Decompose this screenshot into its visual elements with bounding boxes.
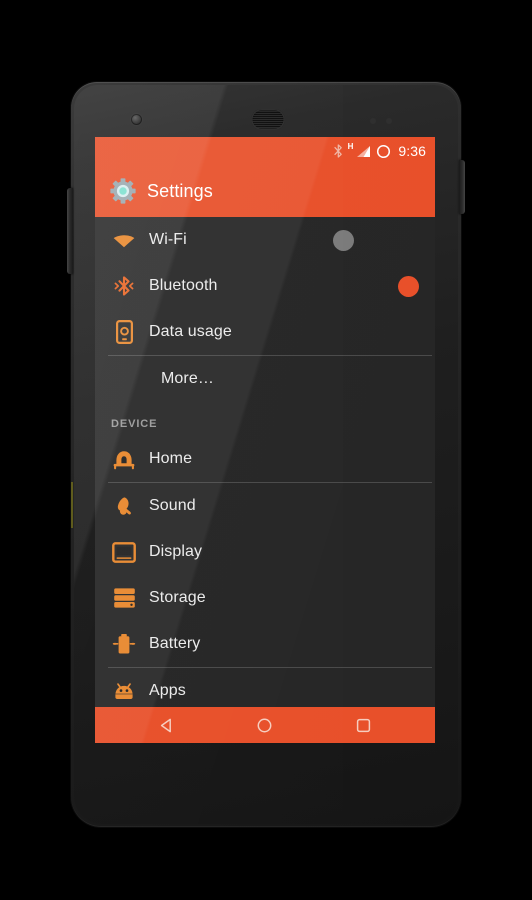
list-item-label: Apps (149, 682, 186, 699)
sound-icon (111, 495, 137, 517)
display-icon (111, 541, 137, 563)
wifi-toggle[interactable] (333, 229, 419, 251)
storage-icon (111, 587, 137, 609)
home-circle-icon[interactable] (242, 707, 288, 743)
section-header-device: DEVICE (95, 402, 435, 436)
section-header-label: DEVICE (111, 418, 158, 430)
list-item-sound[interactable]: Sound (95, 483, 435, 529)
navigation-bar (95, 707, 435, 743)
light-sensor-icon (386, 118, 392, 124)
device-stage: H 9:36 Settings Wi-Fi Bluetooth Data usa… (0, 0, 532, 900)
volume-rocker-key[interactable] (67, 188, 73, 274)
list-item-label: Bluetooth (149, 277, 218, 294)
back-triangle-icon[interactable] (143, 707, 189, 743)
home-icon (111, 448, 137, 470)
bluetooth-toggle[interactable] (333, 275, 419, 297)
list-item-display[interactable]: Display (95, 529, 435, 575)
list-item-label: Wi-Fi (149, 231, 187, 248)
bluetooth-icon (111, 275, 137, 297)
status-bar: H 9:36 (95, 137, 435, 165)
page-title: Settings (147, 181, 213, 201)
front-camera-icon (131, 114, 142, 125)
list-item-bluetooth[interactable]: Bluetooth (95, 263, 435, 309)
list-item-home[interactable]: Home (95, 436, 435, 482)
signal-bars-icon (356, 145, 371, 158)
list-item-label: Storage (149, 589, 206, 606)
list-item-label: More… (161, 370, 214, 387)
list-item-more[interactable]: More… (95, 356, 435, 402)
list-item-label: Sound (149, 497, 196, 514)
list-item-apps[interactable]: Apps (95, 668, 435, 707)
action-bar: Settings (95, 165, 435, 217)
data-usage-icon (111, 320, 137, 344)
wifi-icon (111, 231, 137, 249)
battery-icon (111, 633, 137, 655)
settings-list[interactable]: Wi-Fi Bluetooth Data usage More… DEVICE … (95, 217, 435, 707)
wifi-toggle-knob[interactable] (333, 229, 354, 251)
bluetooth-icon (333, 144, 343, 158)
signal-h-icon: H (347, 142, 354, 151)
side-accent-stripe (71, 482, 73, 528)
apps-icon (111, 681, 137, 701)
list-item-data-usage[interactable]: Data usage (95, 309, 435, 355)
list-item-label: Data usage (149, 323, 232, 340)
phone-screen: H 9:36 Settings Wi-Fi Bluetooth Data usa… (95, 137, 435, 743)
alarm-ring-icon (376, 144, 391, 159)
list-item-storage[interactable]: Storage (95, 575, 435, 621)
earpiece-speaker-icon (251, 109, 285, 130)
list-item-label: Battery (149, 635, 201, 652)
proximity-sensor-icon (370, 118, 376, 124)
settings-gear-icon (110, 178, 136, 204)
list-item-wifi[interactable]: Wi-Fi (95, 217, 435, 263)
bluetooth-toggle-knob[interactable] (398, 275, 419, 297)
list-item-battery[interactable]: Battery (95, 621, 435, 667)
list-item-label: Display (149, 543, 203, 560)
status-clock: 9:36 (398, 143, 426, 159)
power-key[interactable] (459, 160, 465, 214)
list-item-label: Home (149, 450, 193, 467)
recents-square-icon[interactable] (341, 707, 387, 743)
